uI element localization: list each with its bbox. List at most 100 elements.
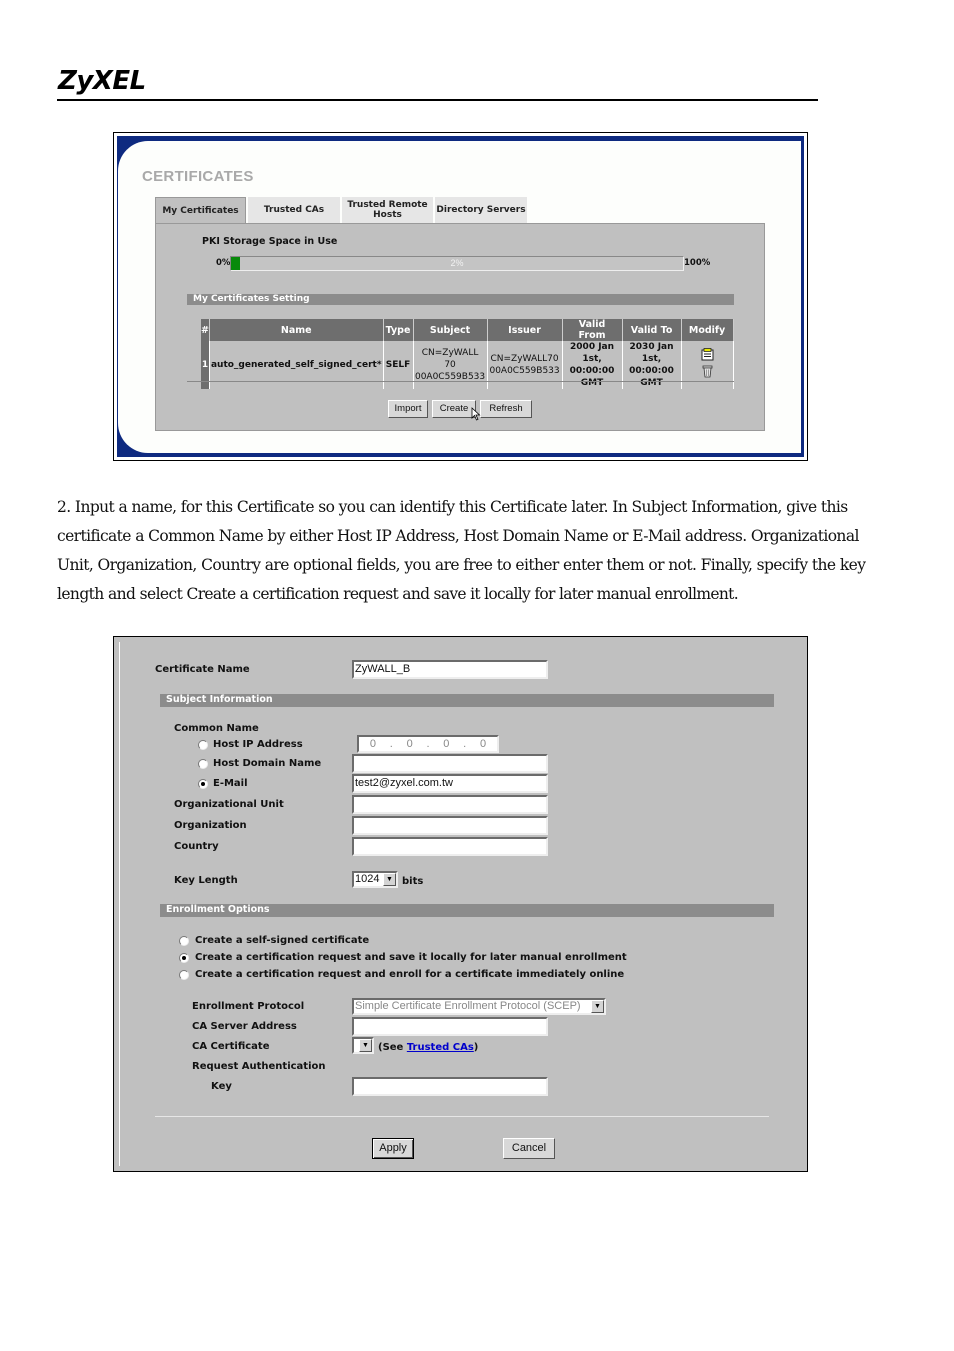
organization-input[interactable] [352,816,548,835]
ip-separator: . [426,738,430,750]
col-valid-to: Valid To [622,319,682,341]
chevron-down-icon: ▼ [359,1039,372,1052]
issuer-line: 00A0C559B533 [489,366,560,376]
subject-line: 70 [444,360,456,370]
my-certificates-setting-header: My Certificates Setting [187,294,734,305]
self-signed-label: Create a self-signed certificate [195,935,370,946]
apply-button[interactable]: Apply [372,1138,414,1159]
tab-my-certificates[interactable]: My Certificates [155,197,246,223]
subject-information-header: Subject Information [160,694,774,707]
country-label: Country [174,841,219,852]
valid-from-line: 1st, 00:00:00 [569,354,615,376]
storage-progress-value: 2% [450,258,464,268]
col-index: # [201,319,210,341]
key-label: Key [211,1081,232,1092]
key-length-label: Key Length [174,875,238,886]
header-divider [57,99,818,101]
email-radio[interactable] [198,779,208,789]
self-signed-radio[interactable] [179,936,189,946]
instruction-paragraph: 2. Input a name, for this Certificate so… [57,493,887,609]
key-input[interactable] [352,1077,548,1096]
enroll-online-radio[interactable] [179,970,189,980]
subject-line: CN=ZyWALL [421,348,479,358]
col-subject: Subject [413,319,488,341]
save-locally-label: Create a certification request and save … [195,952,627,963]
certificates-page: CERTIFICATES My Certificates Trusted CAs… [118,141,801,453]
tab-trusted-remote-hosts[interactable]: Trusted Remote Hosts [342,197,433,223]
org-unit-label: Organizational Unit [174,799,284,810]
key-length-select[interactable]: 1024 ▼ [352,871,398,888]
col-modify: Modify [681,319,734,341]
email-label: E-Mail [213,778,248,789]
see-suffix: ) [473,1042,479,1053]
pki-storage-label: PKI Storage Space in Use [202,236,338,247]
col-type: Type [383,319,414,341]
enrollment-protocol-value: Simple Certificate Enrollment Protocol (… [355,1000,581,1012]
col-valid-from: Valid From [562,319,623,341]
ca-certificate-select[interactable]: ▼ [352,1037,374,1054]
import-button[interactable]: Import [388,400,428,418]
ip-separator: . [389,738,393,750]
table-header-row: # Name Type Subject Issuer Valid From Va… [201,319,734,341]
host-ip-radio[interactable] [198,740,208,750]
form-divider [155,1116,769,1117]
my-certificates-panel: PKI Storage Space in Use 0% 2% 100% My C… [155,223,765,431]
org-unit-input[interactable] [352,795,548,814]
ip-octet: 0 [479,738,487,750]
mouse-cursor-icon [471,407,481,421]
valid-to-line: GMT [640,378,663,388]
storage-min-label: 0% [216,258,231,268]
host-domain-input[interactable] [352,754,548,773]
edit-icon[interactable] [701,348,714,365]
valid-to-line: 2030 Jan [629,342,674,352]
storage-progress-bar: 2% [230,256,684,271]
storage-max-label: 100% [684,258,711,268]
refresh-button[interactable]: Refresh [480,400,532,418]
common-name-label: Common Name [174,723,259,734]
certificates-table: # Name Type Subject Issuer Valid From Va… [201,319,734,389]
key-length-unit: bits [402,876,424,887]
ca-server-label: CA Server Address [192,1021,297,1032]
trusted-cas-link[interactable]: Trusted CAs [407,1042,474,1053]
certificate-name-input[interactable]: ZyWALL_B [352,660,548,679]
see-prefix: (See [378,1042,407,1053]
host-ip-input[interactable]: 0 . 0 . 0 . 0 [357,735,499,753]
chevron-down-icon: ▼ [591,1000,604,1013]
certificate-name-label: Certificate Name [155,664,250,675]
email-input[interactable]: test2@zyxel.com.tw [352,774,548,793]
zyxel-logo: ZyXEL [58,66,146,96]
create-button[interactable]: Create [432,400,476,418]
enroll-online-label: Create a certification request and enrol… [195,969,625,980]
instruction-highlight: Create a certification request and save … [186,585,735,603]
create-certificate-screenshot: Certificate Name ZyWALL_B Subject Inform… [113,636,808,1172]
delete-icon[interactable] [702,365,713,382]
ip-octet: 0 [443,738,450,750]
host-domain-label: Host Domain Name [213,758,322,769]
request-auth-label: Request Authentication [192,1061,326,1072]
issuer-line: CN=ZyWALL70 [490,354,559,364]
page-title: CERTIFICATES [142,168,254,185]
save-locally-radio[interactable] [179,953,189,963]
tab-directory-servers[interactable]: Directory Servers [435,197,527,223]
country-input[interactable] [352,837,548,856]
panel-divider [187,381,734,382]
valid-to-line: 1st, 00:00:00 [629,354,674,376]
instruction-end: . [733,585,739,603]
ca-server-input[interactable] [352,1017,548,1036]
key-length-value: 1024 [355,873,380,885]
ca-certificate-label: CA Certificate [192,1041,270,1052]
certificate-tabs: My Certificates Trusted CAs Trusted Remo… [155,197,529,223]
col-name: Name [209,319,384,341]
enrollment-options-header: Enrollment Options [160,904,774,917]
certificates-screenshot: CERTIFICATES My Certificates Trusted CAs… [113,132,808,461]
col-issuer: Issuer [487,319,563,341]
enrollment-protocol-label: Enrollment Protocol [192,1001,305,1012]
ca-certificate-hint: (See Trusted CAs) [378,1042,478,1053]
create-certificate-form: Certificate Name ZyWALL_B Subject Inform… [119,642,801,1166]
host-domain-radio[interactable] [198,759,208,769]
tab-trusted-cas[interactable]: Trusted CAs [248,197,340,223]
cancel-button[interactable]: Cancel [503,1138,555,1159]
ip-separator: . [463,738,467,750]
enrollment-protocol-select[interactable]: Simple Certificate Enrollment Protocol (… [352,998,606,1015]
ip-octet: 0 [369,738,376,750]
